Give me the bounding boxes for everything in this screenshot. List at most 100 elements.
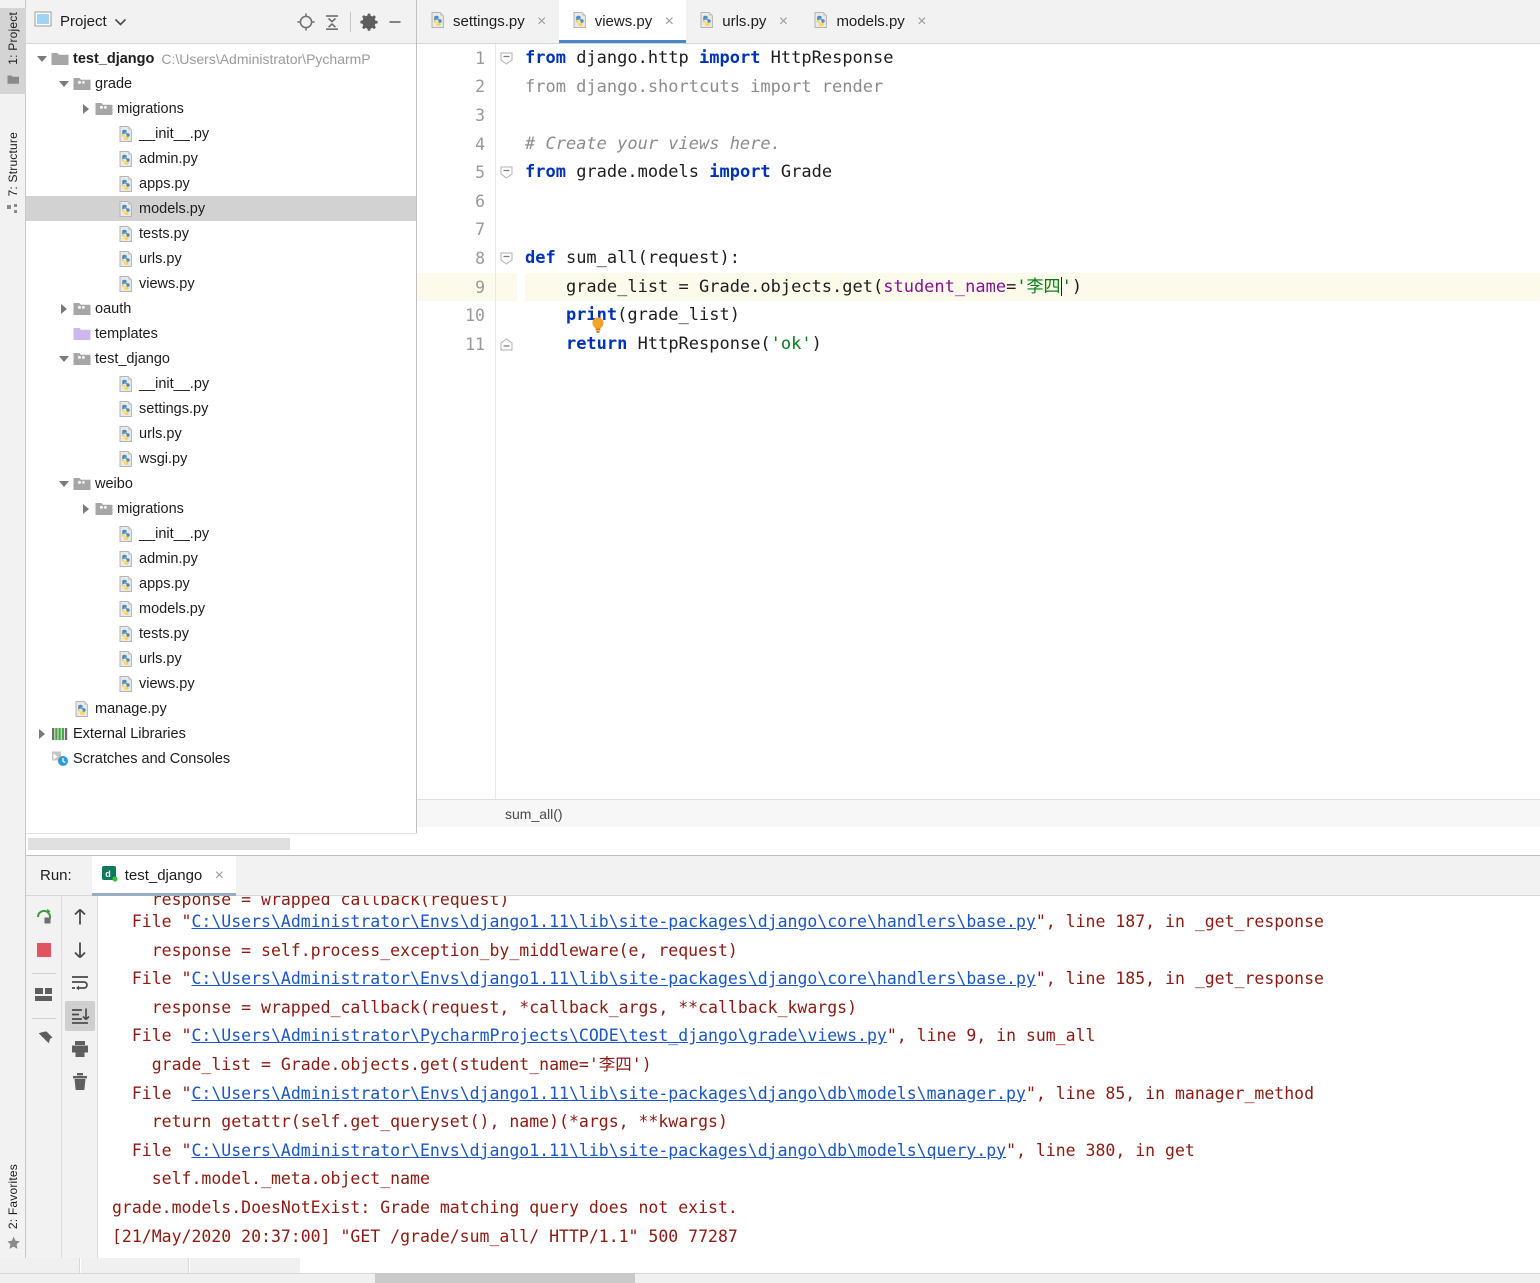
- tree-node-urls-py[interactable]: urls.py: [26, 646, 416, 671]
- chevron-right-icon[interactable]: [34, 721, 50, 746]
- scrollbar-thumb[interactable]: [28, 838, 290, 850]
- fold-row[interactable]: [496, 130, 517, 159]
- tree-node-tests-py[interactable]: tests.py: [26, 621, 416, 646]
- code-line[interactable]: [525, 101, 1540, 130]
- editor-tab-models-py[interactable]: models.py ×: [800, 0, 939, 43]
- tree-node-models-py[interactable]: models.py: [26, 196, 416, 221]
- line-number[interactable]: 7: [417, 216, 495, 245]
- fold-row[interactable]: [496, 244, 517, 273]
- tree-node-urls-py[interactable]: urls.py: [26, 421, 416, 446]
- tree-node-views-py[interactable]: views.py: [26, 671, 416, 696]
- code-editor[interactable]: 1 2 3 4 5 6 7 8 9 10 11 from django.http import Ht…: [417, 44, 1540, 827]
- fold-row[interactable]: [496, 187, 517, 216]
- fold-start-icon[interactable]: [500, 166, 513, 179]
- tree-node-apps-py[interactable]: apps.py: [26, 571, 416, 596]
- chevron-down-icon[interactable]: [56, 471, 72, 496]
- fold-row[interactable]: [496, 301, 517, 330]
- code-line[interactable]: from django.http import HttpResponse: [525, 44, 1540, 73]
- line-number[interactable]: 2: [417, 73, 495, 102]
- chevron-right-icon[interactable]: [78, 96, 94, 121]
- tree-node-templates[interactable]: templates: [26, 321, 416, 346]
- tree-node-admin-py[interactable]: admin.py: [26, 546, 416, 571]
- pin-icon[interactable]: [29, 1025, 59, 1055]
- line-number[interactable]: 10: [417, 301, 495, 330]
- tree-node-scratches-and-consoles[interactable]: Scratches and Consoles: [26, 746, 416, 771]
- breadcrumb[interactable]: sum_all(): [417, 799, 1540, 827]
- code-text[interactable]: from django.http import HttpResponse from…: [517, 44, 1540, 827]
- chevron-right-icon[interactable]: [78, 496, 94, 521]
- chevron-right-icon[interactable]: [56, 296, 72, 321]
- line-number[interactable]: 8: [417, 244, 495, 273]
- console-traceback-file-line[interactable]: File "C:\Users\Administrator\PycharmProj…: [112, 1022, 1540, 1051]
- tree-node--init-py[interactable]: __init__.py: [26, 371, 416, 396]
- fold-row[interactable]: [496, 44, 517, 73]
- code-line[interactable]: # Create your views here.: [525, 130, 1540, 159]
- editor-tab-views-py[interactable]: views.py ×: [558, 0, 687, 43]
- code-line[interactable]: print(grade_list): [525, 301, 1540, 330]
- line-number[interactable]: 6: [417, 187, 495, 216]
- collapse-all-icon[interactable]: [319, 9, 345, 35]
- fold-row[interactable]: [496, 73, 517, 102]
- intention-bulb-icon[interactable]: [590, 316, 606, 334]
- tree-node-migrations[interactable]: migrations: [26, 496, 416, 521]
- code-line[interactable]: def sum_all(request):: [525, 244, 1540, 273]
- fold-row[interactable]: [496, 158, 517, 187]
- tree-node-migrations[interactable]: migrations: [26, 96, 416, 121]
- tree-node-wsgi-py[interactable]: wsgi.py: [26, 446, 416, 471]
- file-path-link[interactable]: C:\Users\Administrator\Envs\django1.11\l…: [191, 912, 1035, 931]
- line-number[interactable]: 9: [417, 272, 495, 302]
- line-number[interactable]: 4: [417, 130, 495, 159]
- fold-start-icon[interactable]: [500, 52, 513, 65]
- down-arrow-icon[interactable]: [65, 935, 95, 965]
- code-line[interactable]: return HttpResponse('ok'): [525, 330, 1540, 359]
- editor-tab-settings-py[interactable]: settings.py ×: [417, 0, 559, 43]
- chevron-down-icon[interactable]: [114, 13, 126, 31]
- code-line[interactable]: [525, 187, 1540, 216]
- file-path-link[interactable]: C:\Users\Administrator\Envs\django1.11\l…: [191, 1141, 1006, 1160]
- close-icon[interactable]: ×: [915, 13, 929, 30]
- file-path-link[interactable]: C:\Users\Administrator\Envs\django1.11\l…: [191, 969, 1035, 988]
- project-file-tree[interactable]: test_django C:\Users\Administrator\Pychar…: [26, 44, 416, 833]
- tree-node-manage-py[interactable]: manage.py: [26, 696, 416, 721]
- rerun-icon[interactable]: [29, 902, 59, 932]
- tree-node--init-py[interactable]: __init__.py: [26, 521, 416, 546]
- fold-end-icon[interactable]: [500, 338, 513, 351]
- chevron-down-icon[interactable]: [34, 46, 50, 71]
- code-line[interactable]: from grade.models import Grade: [525, 158, 1540, 187]
- console-traceback-file-line[interactable]: File "C:\Users\Administrator\Envs\django…: [112, 1080, 1540, 1109]
- stop-icon[interactable]: [29, 935, 59, 965]
- close-icon[interactable]: ×: [662, 13, 676, 30]
- code-line[interactable]: [525, 216, 1540, 245]
- code-folding-column[interactable]: [495, 44, 604, 827]
- print-icon[interactable]: [65, 1034, 95, 1064]
- project-horizontal-scrollbar[interactable]: [26, 833, 417, 855]
- tree-node--init-py[interactable]: __init__.py: [26, 121, 416, 146]
- chevron-down-icon[interactable]: [56, 346, 72, 371]
- sidebar-item-project[interactable]: 1: Project: [0, 8, 26, 94]
- gear-icon[interactable]: [356, 9, 382, 35]
- tree-node-settings-py[interactable]: settings.py: [26, 396, 416, 421]
- console-output[interactable]: response = wrapped_callback(request) Fil…: [98, 896, 1540, 1259]
- tree-node-admin-py[interactable]: admin.py: [26, 146, 416, 171]
- tree-node-grade[interactable]: grade: [26, 71, 416, 96]
- close-icon[interactable]: ×: [212, 867, 226, 884]
- code-line[interactable]: grade_list = Grade.objects.get(student_n…: [525, 272, 1540, 302]
- sidebar-item-favorites[interactable]: 2: Favorites: [0, 1160, 26, 1259]
- tree-node-oauth[interactable]: oauth: [26, 296, 416, 321]
- console-traceback-file-line[interactable]: File "C:\Users\Administrator\Envs\django…: [112, 1137, 1540, 1166]
- close-icon[interactable]: ×: [535, 13, 549, 30]
- fold-start-icon[interactable]: [500, 252, 513, 265]
- trash-icon[interactable]: [65, 1067, 95, 1097]
- console-traceback-file-line[interactable]: File "C:\Users\Administrator\Envs\django…: [112, 908, 1540, 937]
- tree-node-apps-py[interactable]: apps.py: [26, 171, 416, 196]
- chevron-down-icon[interactable]: [56, 71, 72, 96]
- tree-node-test-django[interactable]: test_django C:\Users\Administrator\Pychar…: [26, 46, 416, 71]
- line-number[interactable]: 5: [417, 158, 495, 187]
- tree-node-external-libraries[interactable]: External Libraries: [26, 721, 416, 746]
- layout-icon[interactable]: [29, 980, 59, 1010]
- line-number[interactable]: 1: [417, 44, 495, 73]
- tree-node-weibo[interactable]: weibo: [26, 471, 416, 496]
- tree-node-views-py[interactable]: views.py: [26, 271, 416, 296]
- fold-row[interactable]: [496, 216, 517, 245]
- soft-wrap-icon[interactable]: [65, 968, 95, 998]
